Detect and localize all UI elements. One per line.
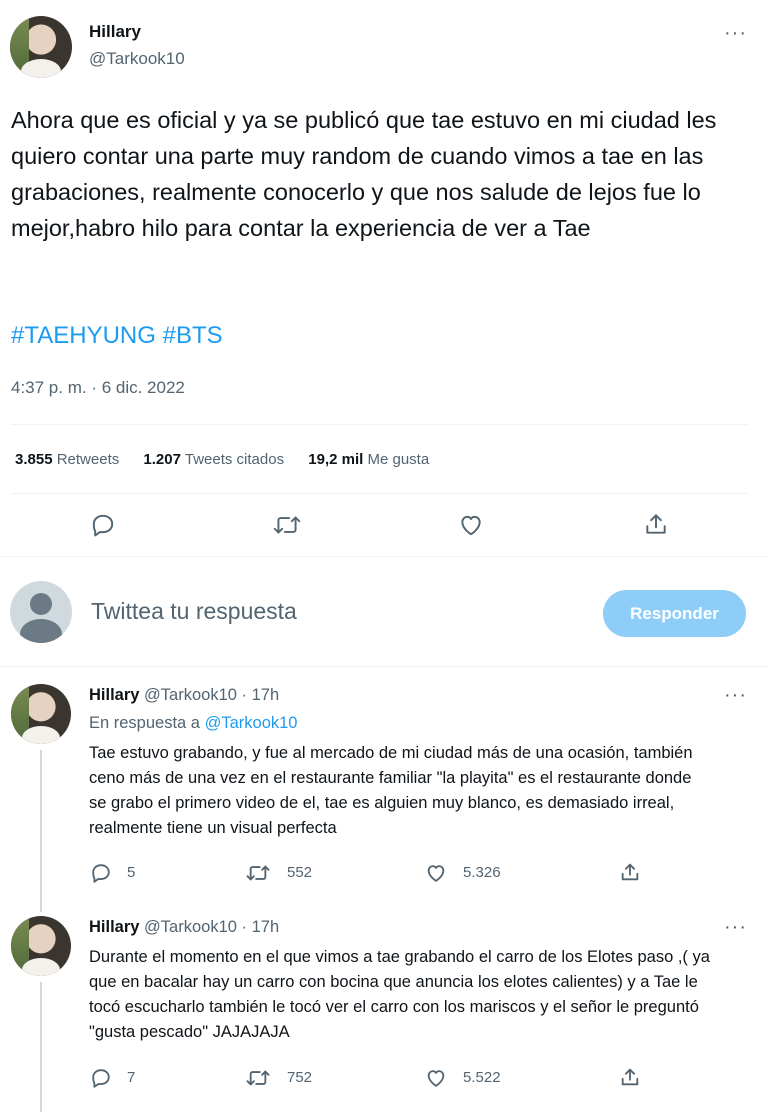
divider: [0, 556, 768, 557]
reply-header: Hillary @Tarkook10 · 17h: [89, 686, 279, 705]
reply-time[interactable]: · 17h: [242, 918, 280, 936]
like-icon[interactable]: [425, 1067, 447, 1089]
reply-author-name[interactable]: Hillary: [89, 686, 139, 704]
hashtag-link[interactable]: #TAEHYUNG: [11, 322, 156, 349]
retweet-icon[interactable]: [272, 512, 302, 538]
reply-avatar[interactable]: [11, 916, 71, 976]
reply-text: Durante el momento en el que vimos a tae…: [89, 948, 710, 1041]
like-icon[interactable]: [425, 862, 447, 884]
default-avatar-icon: [10, 581, 72, 643]
like-icon[interactable]: [458, 512, 484, 538]
in-reply-to-handle[interactable]: @Tarkook10: [205, 714, 298, 732]
divider: [0, 666, 768, 667]
reply-time[interactable]: · 17h: [242, 686, 280, 704]
more-icon[interactable]: ···: [724, 22, 747, 45]
reply-author-handle[interactable]: @Tarkook10: [144, 918, 237, 936]
retweets-stat[interactable]: 3.855 Retweets: [15, 451, 123, 468]
like-count: 5.326: [463, 864, 501, 881]
thread-line: [40, 750, 42, 912]
thread-line: [40, 982, 42, 1112]
author-name[interactable]: Hillary: [89, 22, 141, 42]
in-reply-to: En respuesta a @Tarkook10: [89, 714, 298, 732]
share-icon[interactable]: [619, 861, 641, 883]
reply-header: Hillary @Tarkook10 · 17h: [89, 918, 279, 937]
more-icon[interactable]: ···: [724, 684, 747, 707]
divider: [11, 493, 748, 494]
retweet-icon[interactable]: [245, 1067, 271, 1089]
tweet-stats: 3.855 Retweets 1.207 Tweets citados 19,2…: [15, 451, 429, 468]
reply-count: 7: [127, 1069, 136, 1086]
reply-input[interactable]: Twittea tu respuesta: [91, 598, 297, 625]
tweet-text: Ahora que es oficial y ya se publicó que…: [11, 107, 717, 241]
author-handle[interactable]: @Tarkook10: [89, 49, 185, 69]
reply-submit-button[interactable]: Responder: [603, 590, 746, 637]
share-icon[interactable]: [619, 1066, 641, 1088]
reply-count: 5: [127, 864, 136, 881]
divider: [11, 424, 748, 425]
reply-icon[interactable]: [90, 862, 112, 884]
like-count: 5.522: [463, 1069, 501, 1086]
author-avatar[interactable]: [10, 16, 72, 78]
reply-icon[interactable]: [90, 512, 116, 538]
reply-author-name[interactable]: Hillary: [89, 918, 139, 936]
retweet-icon[interactable]: [245, 862, 271, 884]
retweet-count: 552: [287, 864, 313, 881]
reply-avatar[interactable]: [11, 684, 71, 744]
more-icon[interactable]: ···: [724, 916, 747, 939]
tweet-timestamp[interactable]: 4:37 p. m. · 6 dic. 2022: [11, 378, 185, 398]
hashtag-link[interactable]: #BTS: [163, 322, 223, 349]
reply-text: Tae estuvo grabando, y fue al mercado de…: [89, 744, 693, 837]
quotes-stat[interactable]: 1.207 Tweets citados: [143, 451, 288, 468]
hashtags: #TAEHYUNG #BTS: [11, 322, 223, 350]
likes-stat[interactable]: 19,2 mil Me gusta: [308, 451, 429, 468]
retweet-count: 752: [287, 1069, 313, 1086]
reply-icon[interactable]: [90, 1067, 112, 1089]
share-icon[interactable]: [643, 511, 669, 537]
reply-author-handle[interactable]: @Tarkook10: [144, 686, 237, 704]
